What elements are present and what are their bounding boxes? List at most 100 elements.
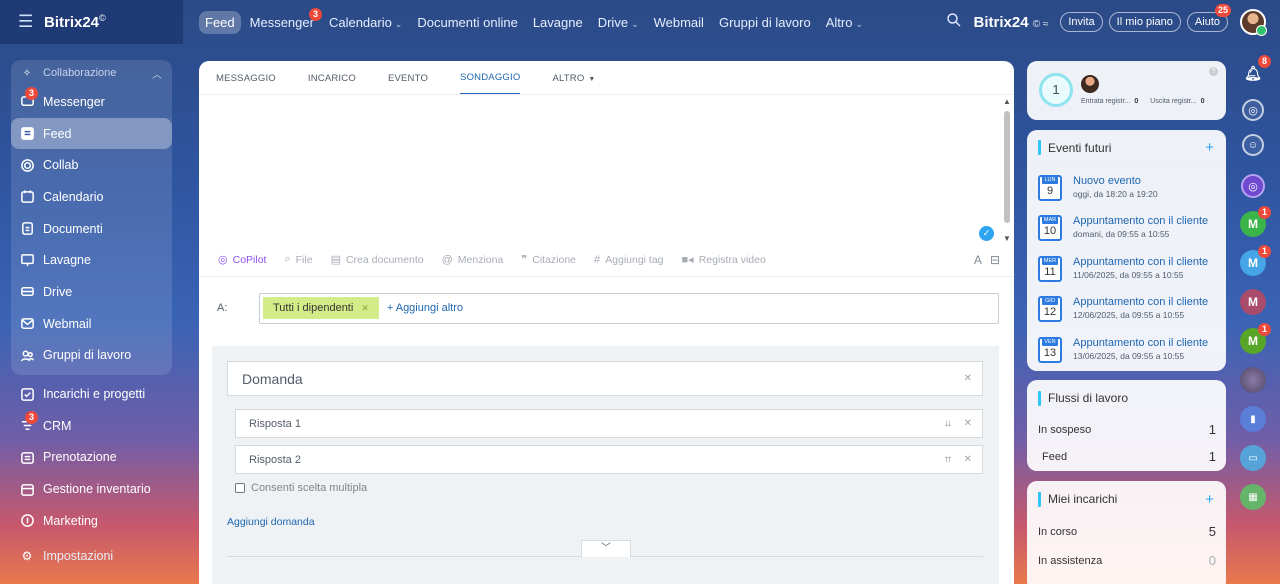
quote-button[interactable]: ❞ Citazione [521,253,576,267]
help-button[interactable]: Aiuto 25 [1186,4,1231,32]
sidebar-item-marketing[interactable]: Marketing [11,505,172,537]
sidebar-item-calendario[interactable]: Calendario [11,181,172,213]
workflow-pending-row[interactable]: In sospeso 1 [1027,416,1226,443]
editor-scrollbar[interactable]: ▲ ▼ [1003,97,1011,243]
expand-button[interactable]: ﹀ [581,540,631,557]
move-down-icon[interactable]: ↓↓ [944,418,952,429]
move-up-icon[interactable]: ↑↑ [944,454,952,465]
sidebar-item-documenti[interactable]: Documenti [11,213,172,245]
sidebar-item-lavagne[interactable]: Lavagne [11,244,172,276]
nav-altro[interactable]: Altro ⌄ [820,11,869,34]
delete-answer-icon[interactable]: ✕ [964,454,972,465]
task-row[interactable]: In assistenza 0 [1027,546,1226,575]
task-row[interactable]: Impostati da me0 [1027,575,1226,584]
scroll-down-icon[interactable]: ▼ [1003,234,1011,243]
event-title[interactable]: Appuntamento con il cliente [1073,215,1208,227]
user-avatar[interactable]: M1 [1240,323,1271,354]
sidebar-item-crm[interactable]: 3 CRM [11,410,172,442]
recipients-field[interactable]: Tutti i dipendenti ✕ + Aggiungi altro [259,292,999,324]
user-avatar[interactable]: M1 [1240,206,1271,237]
invite-button[interactable]: Invita [1060,12,1103,32]
nav-lavagne[interactable]: Lavagne [527,11,589,34]
add-task-icon[interactable]: + [1205,491,1214,508]
search-icon[interactable] [946,12,966,32]
sidebar-item-gruppi-di-lavoro[interactable]: Gruppi di lavoro [11,340,172,372]
recipient-tag[interactable]: Tutti i dipendenti ✕ [263,297,379,319]
sidebar-item-messenger[interactable]: 3 Messenger [11,86,172,118]
nav-documenti-online[interactable]: Documenti online [411,11,523,34]
sidebar-item-feed[interactable]: Feed [11,117,172,150]
multiple-choice-option[interactable]: Consenti scelta multipla [235,482,983,494]
chevron-up-icon[interactable]: ︿ [152,66,162,81]
event-item[interactable]: LUN 9 Nuovo evento oggi, da 18:20 a 19:20 [1027,170,1226,210]
tab-sondaggio[interactable]: SONDAGGIO [460,72,521,94]
user-avatar[interactable]: M1 [1240,245,1271,276]
mention-button[interactable]: @ Menziona [442,254,504,266]
add-event-icon[interactable]: + [1205,139,1214,156]
sidebar-item-webmail[interactable]: Webmail [11,308,172,340]
timeman-card[interactable]: 1 Entrata registr... 0 Uscita registr... 0… [1027,61,1226,120]
user-avatar[interactable]: M [1240,289,1266,315]
answer-input[interactable]: Risposta 2 ↑↑ ✕ [235,445,983,474]
event-title[interactable]: Appuntamento con il cliente [1073,296,1208,308]
workflow-feed-row[interactable]: Feed 1 [1027,443,1226,470]
user-avatar[interactable] [1240,9,1267,36]
collaboration-header[interactable]: ✧ Collaborazione ︿ [11,60,172,86]
copilot-button[interactable]: ◎ CoPilot [218,253,266,267]
event-item[interactable]: VEN 13 Appuntamento con il cliente 13/06/20… [1027,332,1226,372]
chat-bubble-icon[interactable]: ☺ [1242,134,1264,156]
message-editor[interactable]: ▲ ▼ ✓ [199,95,1014,243]
remove-tag-icon[interactable]: ✕ [361,303,369,314]
scroll-up-icon[interactable]: ▲ [1003,97,1011,106]
record-video-button[interactable]: ■◂ Registra video [682,253,766,267]
sidebar-item-incarichi-e-progetti[interactable]: Incarichi e progetti [11,378,172,410]
add-recipient-link[interactable]: + Aggiungi altro [387,302,463,314]
event-title[interactable]: Appuntamento con il cliente [1073,256,1208,268]
copilot-chat-icon[interactable]: ◎ [1241,174,1265,198]
check-icon[interactable]: ✓ [979,226,994,241]
tab-messaggio[interactable]: MESSAGGIO [216,73,276,94]
text-format-icon[interactable]: A [974,253,982,267]
nav-messenger[interactable]: Messenger 3 [244,7,322,34]
sidebar-item-drive[interactable]: Drive [11,276,172,308]
workday-counter[interactable]: 1 [1039,73,1073,107]
task-row[interactable]: In corso 5 [1027,517,1226,546]
sheet-icon[interactable]: ▦ [1240,484,1266,510]
event-item[interactable]: MAR 10 Appuntamento con il cliente domani, … [1027,210,1226,250]
tab-incarico[interactable]: INCARICO [308,73,356,94]
panel-toggle-icon[interactable]: ⊟ [990,253,1000,267]
delete-answer-icon[interactable]: ✕ [964,418,972,429]
bookmark-icon[interactable]: ▮ [1240,406,1266,432]
nav-drive[interactable]: Drive ⌄ [592,11,645,34]
nav-gruppi-di-lavoro[interactable]: Gruppi di lavoro [713,11,817,34]
question-input[interactable]: Domanda ✕ [227,361,983,396]
group-avatar[interactable] [1240,367,1266,393]
sidebar-item-collab[interactable]: Collab [11,149,172,181]
nav-feed[interactable]: Feed [199,10,241,34]
sidebar-item-gestione-inventario[interactable]: Gestione inventario [11,473,172,505]
sidebar-item-prenotazione[interactable]: Prenotazione [11,442,172,474]
delete-question-icon[interactable]: ✕ [964,373,972,384]
copilot-rail-icon[interactable]: ◎ [1242,99,1264,121]
event-title[interactable]: Nuovo evento [1073,175,1158,187]
add-tag-button[interactable]: # Aggiungi tag [594,254,664,266]
add-question-link[interactable]: Aggiungi domanda [227,516,983,528]
file-button[interactable]: ⌕ File [284,253,312,266]
event-title[interactable]: Appuntamento con il cliente [1073,337,1208,349]
scroll-thumb[interactable] [1004,111,1010,223]
create-document-button[interactable]: ▤ Crea documento [331,253,424,267]
tab-evento[interactable]: EVENTO [388,73,428,94]
nav-webmail[interactable]: Webmail [648,11,710,34]
nav-calendario[interactable]: Calendario ⌄ [323,11,408,34]
event-item[interactable]: GIO 12 Appuntamento con il cliente 12/06/20… [1027,291,1226,331]
tab-altro[interactable]: ALTRO ▼ [552,73,595,94]
menu-icon[interactable]: ☰ [18,12,42,32]
logo[interactable]: Bitrix24© [44,13,106,31]
event-item[interactable]: MER 11 Appuntamento con il cliente 11/06/20… [1027,251,1226,291]
message-icon[interactable]: ▭ [1240,445,1266,471]
bell-icon[interactable]: 🔔︎ 8 [1240,55,1271,86]
my-plan-button[interactable]: Il mio piano [1108,12,1181,32]
brand-logo-right[interactable]: Bitrix24 © ≈ [974,14,1049,31]
answer-input[interactable]: Risposta 1 ↓↓ ✕ [235,409,983,438]
settings-link[interactable]: ⚙ Impostazioni [19,548,114,564]
